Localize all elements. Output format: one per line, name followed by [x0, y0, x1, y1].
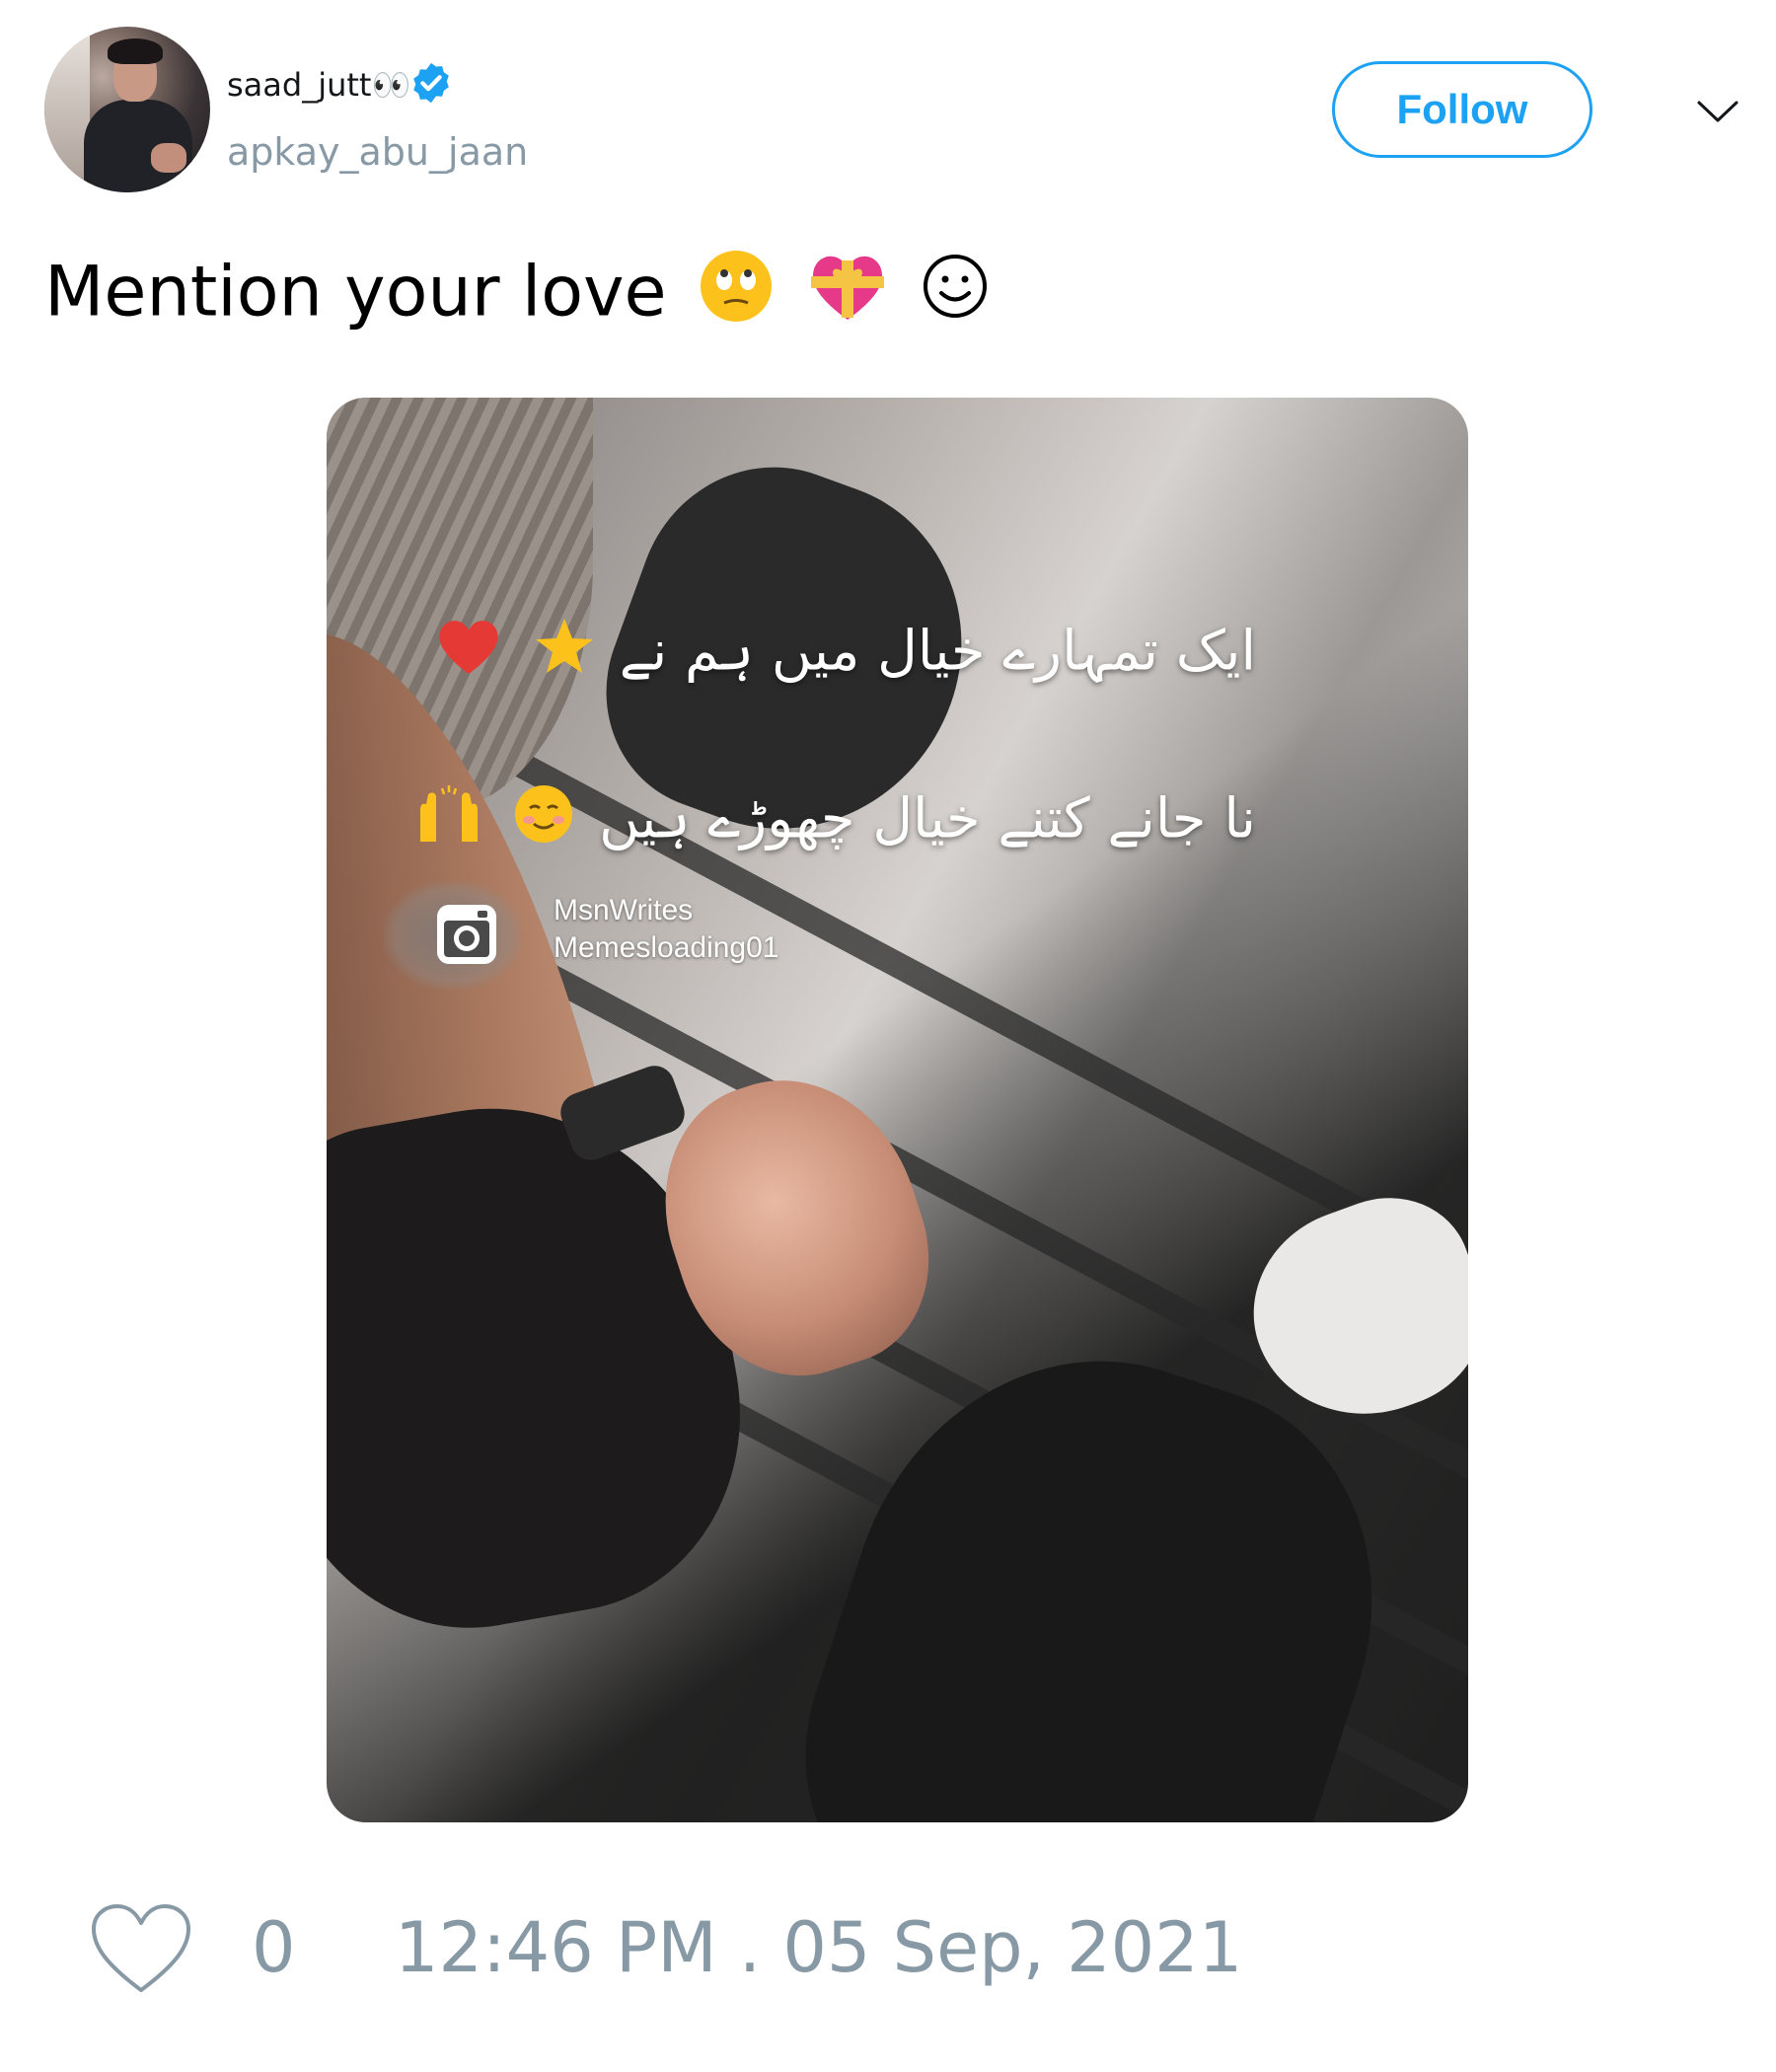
smiling-blush-face-icon [512, 782, 575, 862]
heart-with-ribbon-emoji-icon [805, 247, 890, 346]
avatar-hair [108, 38, 163, 64]
instagram-icon [437, 905, 496, 964]
urdu-poem-line-1-text: ایک تمہارے خیال میں ہم نے [619, 619, 1256, 684]
watermark-line-2: Memesloading01 [554, 931, 779, 964]
tweet-card: saad_jutt👀 apkay_abu_jaan Follow Mention… [0, 0, 1776, 2072]
glowing-star-icon [533, 615, 596, 695]
chevron-down-icon[interactable] [1695, 89, 1740, 134]
urdu-poem-line-2: نا جانے کتنے خیال چھوڑے ہیں [408, 782, 1256, 862]
watermark-line-1: MsnWrites [554, 894, 694, 926]
raising-hands-icon [414, 782, 483, 862]
display-name[interactable]: saad_jutt👀 [227, 65, 410, 105]
user-handle[interactable]: apkay_abu_jaan [227, 129, 528, 175]
avatar-hand [151, 143, 186, 173]
tweet-text-content: Mention your love [44, 251, 667, 333]
like-count: 0 [252, 1907, 296, 1988]
verified-badge-icon [413, 62, 449, 104]
urdu-poem-line-2-text: نا جانے کتنے خیال چھوڑے ہیں [599, 786, 1256, 851]
red-heart-icon [434, 615, 503, 695]
instagram-watermark: MsnWrites Memesloading01 [384, 881, 778, 990]
follow-button[interactable]: Follow [1332, 61, 1592, 158]
urdu-poem-line-1: ایک تمہارے خیال میں ہم نے [428, 615, 1256, 695]
eye-roll-emoji-icon [697, 247, 776, 346]
tweet-timestamp[interactable]: 12:46 PM . 05 Sep, 2021 [395, 1908, 1242, 1987]
heart-icon[interactable] [89, 1901, 193, 1996]
tweet-media-image[interactable]: ایک تمہارے خیال میں ہم نے نا جانے کتنے خ… [327, 398, 1468, 1822]
smiling-face-icon [920, 251, 991, 342]
tweet-text: Mention your love [44, 247, 991, 346]
avatar[interactable] [44, 27, 210, 192]
